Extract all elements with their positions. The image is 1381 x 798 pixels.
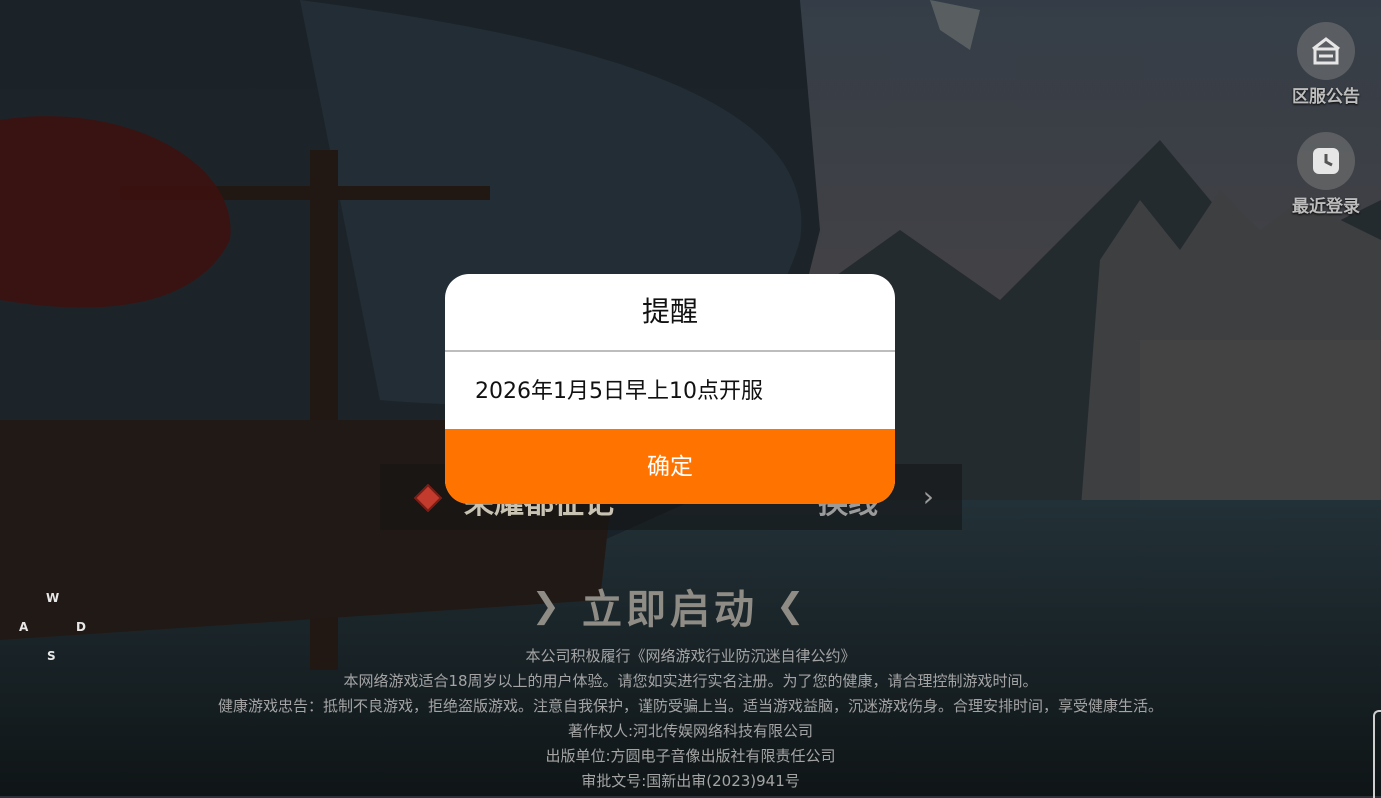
reminder-dialog: 提醒 2026年1月5日早上10点开服 确定 xyxy=(445,274,895,504)
notice-line: 本网络游戏适合18周岁以上的用户体验。请您如实进行实名注册。为了您的健康，请合理… xyxy=(343,672,1038,690)
start-game-label: 立即启动 xyxy=(582,587,758,633)
chevron-left-icon: ❮ xyxy=(776,586,809,626)
notice-line: 健康游戏忠告：抵制不良游戏，拒绝盗版游戏。注意自我保护，谨防受骗上当。适当游戏益… xyxy=(217,697,1163,715)
notice-line: 出版单位:方圆电子音像出版社有限责任公司 xyxy=(545,747,836,765)
red-diamond-icon xyxy=(413,483,443,513)
clock-icon xyxy=(1297,132,1355,190)
chevron-right-icon: › xyxy=(922,480,934,513)
edge-handle xyxy=(1373,710,1381,798)
notice-line: 著作权人:河北传娱网络科技有限公司 xyxy=(567,722,814,740)
announcement-label: 区服公告 xyxy=(1292,87,1360,107)
key-a-label: A xyxy=(19,620,29,634)
recent-login-label: 最近登录 xyxy=(1292,197,1360,217)
start-game-button[interactable]: ❯ 立即启动 ❮ xyxy=(510,578,830,634)
confirm-button[interactable]: 确定 xyxy=(445,429,895,504)
key-d-label: D xyxy=(76,620,86,634)
chevron-right-icon: ❯ xyxy=(531,586,564,626)
recent-login-button[interactable]: 最近登录 xyxy=(1281,132,1371,217)
dialog-title: 提醒 xyxy=(445,274,895,352)
notice-line: 本公司积极履行《网络游戏行业防沉迷自律公约》 xyxy=(525,647,856,665)
announcement-button[interactable]: 区服公告 xyxy=(1281,22,1371,107)
notice-line: 审批文号:国新出审(2023)941号 xyxy=(581,772,800,790)
house-board-icon xyxy=(1297,22,1355,80)
dialog-message: 2026年1月5日早上10点开服 xyxy=(475,379,763,404)
key-w-label: W xyxy=(46,591,60,605)
